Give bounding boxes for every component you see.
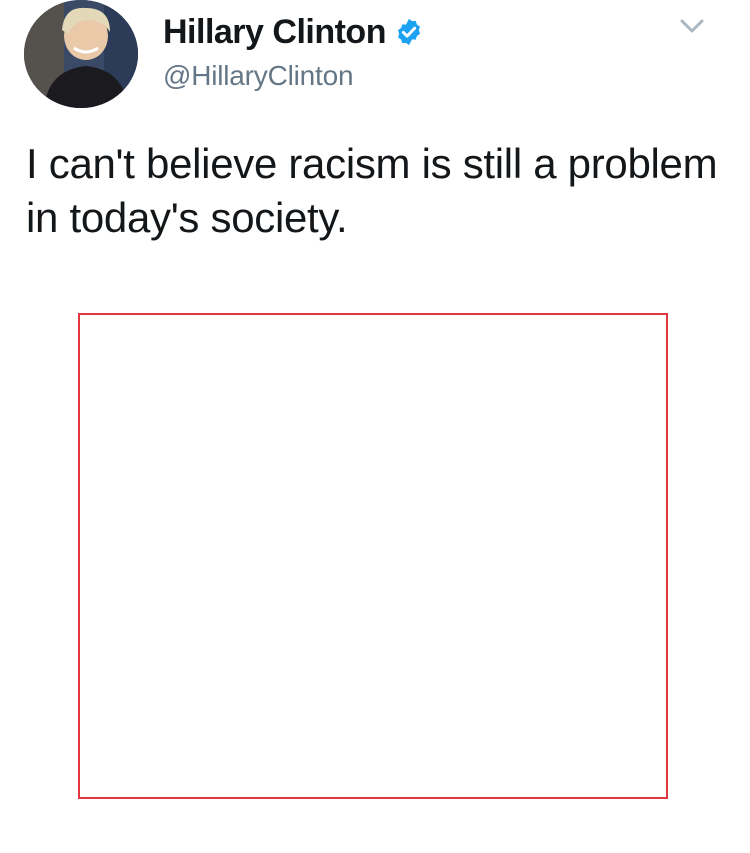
chevron-down-icon[interactable] (676, 14, 708, 38)
verified-badge-icon (397, 18, 420, 46)
name-row: Hillary Clinton (163, 10, 424, 54)
tweet-text: I can't believe racism is still a proble… (26, 140, 718, 241)
avatar-photo (24, 0, 138, 108)
media-placeholder (78, 313, 668, 799)
tweet-header: Hillary Clinton @HillaryClinton (0, 0, 750, 110)
display-name[interactable]: Hillary Clinton (163, 13, 386, 52)
avatar[interactable] (24, 0, 138, 108)
handle[interactable]: @HillaryClinton (163, 60, 354, 92)
